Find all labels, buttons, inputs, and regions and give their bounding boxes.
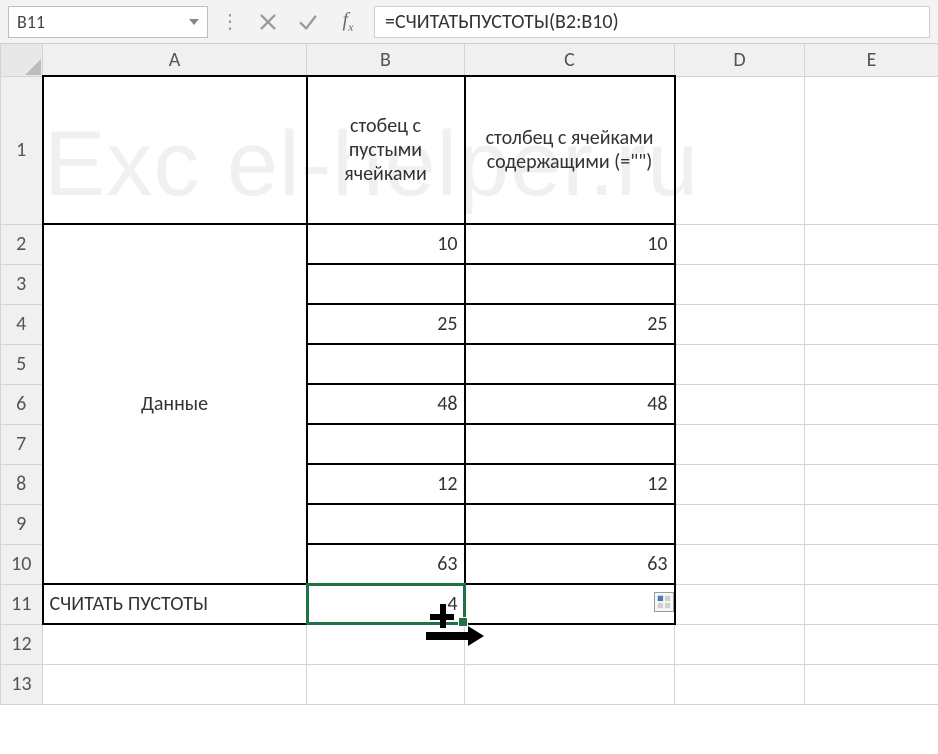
col-header-A[interactable]: A: [43, 44, 307, 76]
cell-D10[interactable]: [675, 544, 805, 584]
cell-C10[interactable]: 63: [465, 544, 675, 584]
cell-A13[interactable]: [43, 664, 307, 704]
cell-E6[interactable]: [805, 384, 938, 424]
cell-D7[interactable]: [675, 424, 805, 464]
row-header-8[interactable]: 8: [1, 464, 43, 504]
cell-D4[interactable]: [675, 304, 805, 344]
col-header-D[interactable]: D: [675, 44, 805, 76]
cell-D12[interactable]: [675, 624, 805, 664]
cell-E10[interactable]: [805, 544, 938, 584]
cell-E13[interactable]: [805, 664, 938, 704]
dropdown-icon[interactable]: [189, 19, 199, 25]
row-header-4[interactable]: 4: [1, 304, 43, 344]
row-header-6[interactable]: 6: [1, 384, 43, 424]
row-header-13[interactable]: 13: [1, 664, 43, 704]
cell-D5[interactable]: [675, 344, 805, 384]
cell-B9[interactable]: [307, 504, 465, 544]
cell-C9[interactable]: [465, 504, 675, 544]
worksheet[interactable]: Exc el-helper.ru A B C D E 1 стобец с пу…: [0, 44, 938, 754]
row-2: 2 Данные 10 10: [1, 224, 938, 264]
row-header-10[interactable]: 10: [1, 544, 43, 584]
cell-A12[interactable]: [43, 624, 307, 664]
cell-E7[interactable]: [805, 424, 938, 464]
select-all-corner[interactable]: [1, 44, 43, 76]
cell-E12[interactable]: [805, 624, 938, 664]
row-11: 11 СЧИТАТЬ ПУСТОТЫ 4: [1, 584, 938, 624]
autofill-options-icon[interactable]: [654, 592, 674, 612]
cell-D1[interactable]: [675, 76, 805, 224]
row-header-12[interactable]: 12: [1, 624, 43, 664]
cell-B1[interactable]: стобец с пустыми ячейками: [307, 76, 465, 224]
cell-C8[interactable]: 12: [465, 464, 675, 504]
cell-C4[interactable]: 25: [465, 304, 675, 344]
cell-E4[interactable]: [805, 304, 938, 344]
cell-A2-merged[interactable]: Данные: [43, 224, 307, 584]
cell-C13[interactable]: [465, 664, 675, 704]
row-header-7[interactable]: 7: [1, 424, 43, 464]
separator-dots: ⋮: [220, 9, 242, 34]
cell-E5[interactable]: [805, 344, 938, 384]
cell-A1[interactable]: [43, 76, 307, 224]
cell-D6[interactable]: [675, 384, 805, 424]
cell-C3[interactable]: [465, 264, 675, 304]
cell-D2[interactable]: [675, 224, 805, 264]
col-header-C[interactable]: C: [465, 44, 675, 76]
cell-D8[interactable]: [675, 464, 805, 504]
name-box[interactable]: B11: [8, 6, 208, 38]
confirm-icon[interactable]: [294, 8, 322, 36]
cell-C12[interactable]: [465, 624, 675, 664]
cell-B3[interactable]: [307, 264, 465, 304]
fx-icon[interactable]: fx: [334, 8, 362, 36]
row-12: 12: [1, 624, 938, 664]
cell-E1[interactable]: [805, 76, 938, 224]
cell-C11[interactable]: [465, 584, 675, 624]
cell-B6[interactable]: 48: [307, 384, 465, 424]
cell-C5[interactable]: [465, 344, 675, 384]
cell-D13[interactable]: [675, 664, 805, 704]
cell-A11[interactable]: СЧИТАТЬ ПУСТОТЫ: [43, 584, 307, 624]
cell-E3[interactable]: [805, 264, 938, 304]
cell-B2[interactable]: 10: [307, 224, 465, 264]
col-header-B[interactable]: B: [307, 44, 465, 76]
grid-table: A B C D E 1 стобец с пустыми ячейками ст…: [0, 44, 938, 705]
cell-B11[interactable]: 4: [307, 584, 465, 624]
cell-B13[interactable]: [307, 664, 465, 704]
cell-D11[interactable]: [675, 584, 805, 624]
cell-E11[interactable]: [805, 584, 938, 624]
cell-B7[interactable]: [307, 424, 465, 464]
cell-D3[interactable]: [675, 264, 805, 304]
name-box-value: B11: [17, 11, 45, 33]
formula-text: =СЧИТАТЬПУСТОТЫ(B2:B10): [385, 10, 619, 34]
cell-E8[interactable]: [805, 464, 938, 504]
row-header-9[interactable]: 9: [1, 504, 43, 544]
cell-D9[interactable]: [675, 504, 805, 544]
cancel-icon[interactable]: [254, 8, 282, 36]
cell-C7[interactable]: [465, 424, 675, 464]
row-header-1[interactable]: 1: [1, 76, 43, 224]
cell-E9[interactable]: [805, 504, 938, 544]
col-header-E[interactable]: E: [805, 44, 938, 76]
cell-B8[interactable]: 12: [307, 464, 465, 504]
row-header-3[interactable]: 3: [1, 264, 43, 304]
cell-B12[interactable]: [307, 624, 465, 664]
cell-C1[interactable]: столбец с ячейками содержащими (=""): [465, 76, 675, 224]
cell-B4[interactable]: 25: [307, 304, 465, 344]
row-header-5[interactable]: 5: [1, 344, 43, 384]
column-header-row: A B C D E: [1, 44, 938, 76]
row-13: 13: [1, 664, 938, 704]
row-header-2[interactable]: 2: [1, 224, 43, 264]
cell-E2[interactable]: [805, 224, 938, 264]
formula-bar: B11 ⋮ fx =СЧИТАТЬПУСТОТЫ(B2:B10): [0, 0, 938, 44]
cell-C2[interactable]: 10: [465, 224, 675, 264]
formula-input[interactable]: =СЧИТАТЬПУСТОТЫ(B2:B10): [374, 6, 930, 38]
row-header-11[interactable]: 11: [1, 584, 43, 624]
cell-C6[interactable]: 48: [465, 384, 675, 424]
cell-B10[interactable]: 63: [307, 544, 465, 584]
cell-B5[interactable]: [307, 344, 465, 384]
row-1: 1 стобец с пустыми ячейками столбец с яч…: [1, 76, 938, 224]
